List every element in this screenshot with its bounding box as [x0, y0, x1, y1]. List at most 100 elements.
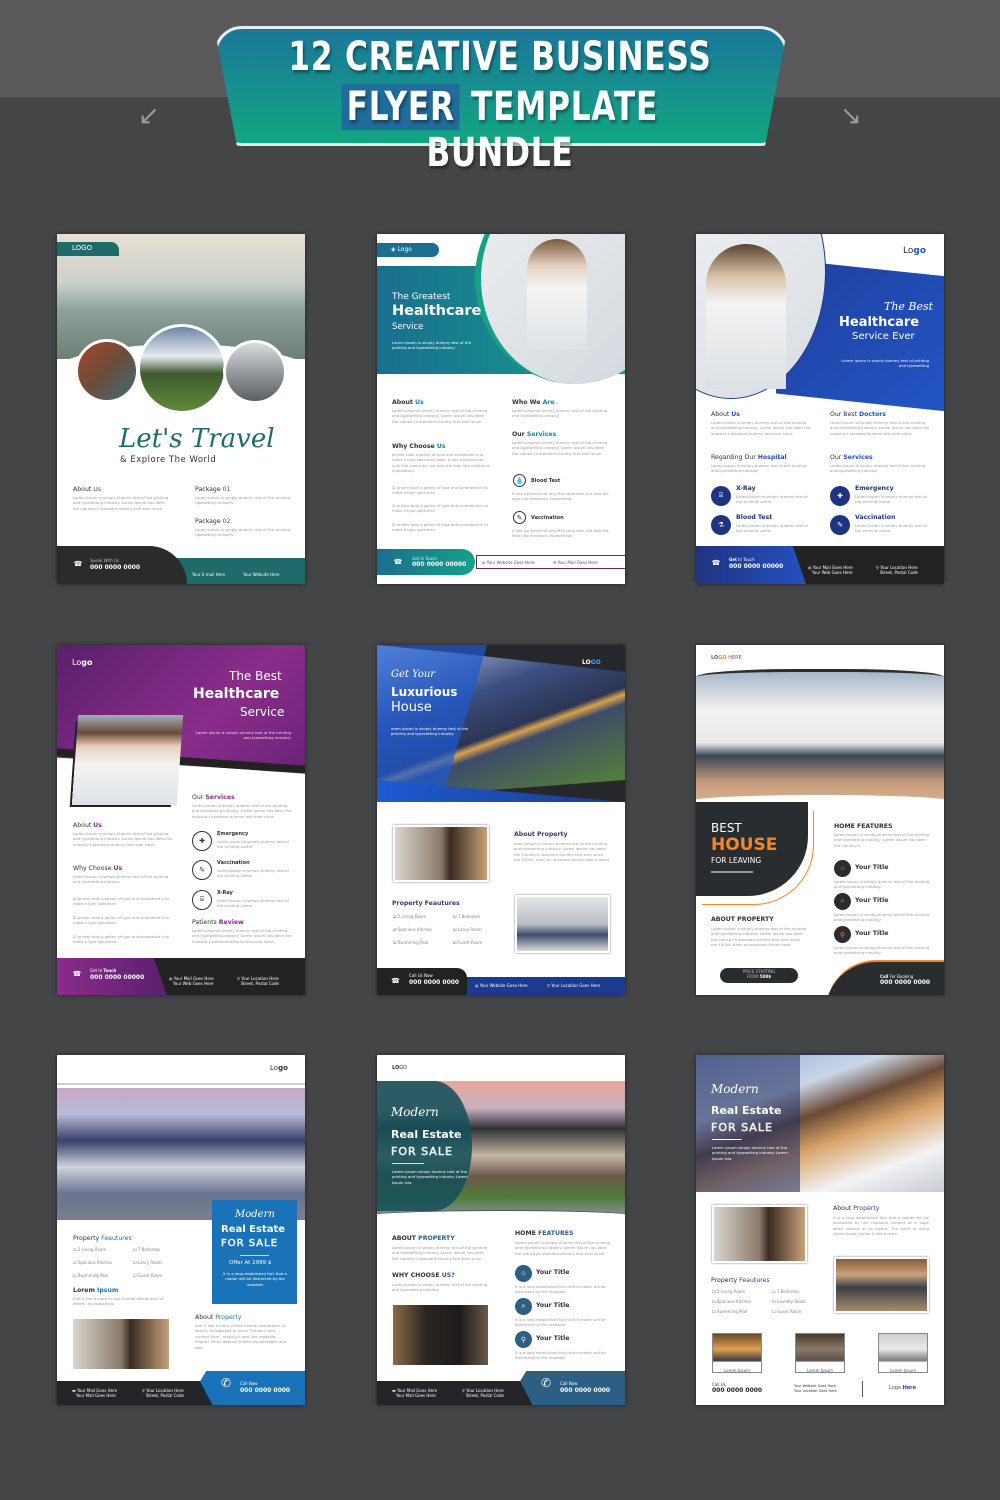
xray-title: X-Ray: [217, 890, 233, 896]
home-features-heading: HOME FEATURES: [834, 823, 893, 830]
feature-item: Spacious Kitchen: [393, 927, 432, 932]
xray-icon: ⌸: [192, 890, 212, 910]
headline-1: The Best: [229, 669, 282, 683]
get-in-touch: Get In Touch: [729, 557, 755, 562]
feature-text: It is a long established fact that a rea…: [515, 1317, 606, 1328]
web-location: Your Website Goes Here Your Location Goes…: [794, 1384, 837, 1393]
headline-2: Luxurious: [391, 685, 458, 699]
flyer-healthcare-teal[interactable]: ◈ Logo The Greatest Healthcare Service L…: [377, 234, 625, 584]
feature-item: Guest Room: [453, 940, 482, 945]
headset-icon: ☎: [393, 559, 403, 566]
phone-icon: ✆: [541, 1376, 552, 1390]
flyer-healthcare-purple[interactable]: Logo The Best Healthcare Service Lorem I…: [57, 645, 305, 995]
mail: ✉ Your Mail Goes Here: [553, 560, 598, 565]
emergency-icon: ✚: [830, 486, 850, 506]
feature-title: Your Title: [536, 1302, 570, 1309]
services-text: Lorem Ipsum is simply dummy text of the …: [512, 440, 608, 456]
logo: ◈ Logo: [391, 246, 412, 253]
feature-item: 2 Living Room: [712, 1289, 745, 1294]
flyer-best-house[interactable]: LOGO HERE BEST HOUSE FOR LEAVING HOME FE…: [696, 645, 944, 995]
curl-arrow-left-icon: ↙: [138, 100, 160, 130]
feature-text: It is a long established fact that a rea…: [515, 1284, 606, 1295]
about-text: orem Ipsum is simply dummy text of the p…: [514, 841, 610, 863]
headline-3: House: [391, 700, 432, 715]
feature-item: 7 Bedroom: [453, 914, 480, 919]
flyer-healthcare-blue[interactable]: Logo The Best Healthcare Service Ever Lo…: [696, 234, 944, 584]
feature-text: Lorem Ipsum is simply dummy text of the …: [834, 879, 930, 890]
vaccination-title: Vaccination: [217, 860, 250, 866]
thumbnail-caption: Lorem Ipsum: [889, 1368, 917, 1373]
thumbnail-caption: Lorem Ipsum: [806, 1368, 834, 1373]
who-text: Lorem Ipsum is simply dummy text of the …: [512, 408, 608, 419]
logo: Logo Here: [889, 1385, 917, 1391]
fireplace-photo: [393, 1305, 488, 1365]
feature-title: Your Title: [855, 864, 889, 871]
headset-icon: ☎: [711, 560, 721, 567]
feature-title: Your Title: [855, 897, 889, 904]
emergency-title: Emergency: [217, 831, 249, 837]
location: ⚲ Your Location Goes Here: [547, 983, 601, 988]
feature-title: Your Title: [536, 1335, 570, 1342]
about-heading: About Us: [73, 822, 102, 829]
emergency-title: Emergency: [855, 485, 894, 492]
feature-text: It is a long established fact that a rea…: [515, 1350, 606, 1361]
flyer-luxurious-house[interactable]: LOGO Get Your Luxurious House orem Ipsum…: [377, 645, 625, 995]
flyer-real-estate-teal[interactable]: LOGO Modern Real Estate FOR SALE Lorem I…: [377, 1055, 625, 1405]
thumbnail: [712, 1333, 762, 1373]
about-heading: About Us: [711, 411, 740, 418]
feature-item: Guest Room: [772, 1309, 801, 1314]
headline-1: BEST: [711, 821, 742, 835]
feature-item: Swimming Pool: [73, 1273, 108, 1278]
feature-title: Your Title: [536, 1269, 570, 1276]
feature-item: Lanry Room: [453, 927, 482, 932]
location: ⚲ Your Location Here Street, Postal Code: [237, 976, 279, 986]
home-icon: ⌂: [515, 1265, 532, 1282]
feature-item: Spacious Kitchen: [73, 1260, 112, 1265]
services-text: Lorem Ipsum is simply dummy text of the …: [192, 803, 292, 819]
subheadline: & Explore The World: [120, 455, 217, 465]
phone: 000 0000 0000: [712, 1387, 763, 1394]
villa-photo: [696, 669, 944, 801]
doctor-photo: [706, 244, 786, 389]
price-text: PRICE STARTING FROM 500$: [742, 969, 776, 979]
home-icon: ⌂: [834, 860, 851, 877]
doctors-text: Lorem Ipsum is simply dummy text of the …: [830, 420, 930, 436]
blood-title: Blood Test: [736, 514, 773, 521]
get-in-touch: Get In Touch: [90, 968, 117, 973]
lorem-heading: Lorem Ipsum: [73, 1287, 119, 1294]
about-text: Lorem Ipsum is simply dummy text of the …: [392, 1245, 488, 1261]
feature-item: Swimming Pool: [393, 940, 428, 945]
about-text: that it has a more-or-less normal distri…: [195, 1323, 287, 1350]
check-item: ☑ printer took a galley of type and scra…: [392, 522, 488, 533]
why-text: Lorem Ipsum is simply dummy text of the …: [392, 1282, 488, 1293]
doctor-photo: [71, 715, 184, 805]
headline-2: Real Estate: [711, 1104, 782, 1117]
headline: Let's Travel: [119, 424, 275, 454]
features-heading: Property Feautures: [73, 1235, 132, 1242]
feature-item: Laundry Room: [772, 1299, 806, 1304]
website: ◍ Your Website Goes Here: [482, 560, 535, 565]
flyer-real-estate-blue[interactable]: Logo Modern Real Estate FOR SALE Offer A…: [57, 1055, 305, 1405]
about-heading: About Property: [514, 831, 568, 838]
intro: orem Ipsum is simply dummy text of the p…: [391, 726, 469, 737]
feature-item: 7 Bedroom: [772, 1289, 799, 1294]
phone: 000 0000 0000: [90, 564, 141, 571]
intro: Lorem Ipsum simply dummy text of the pri…: [712, 1145, 788, 1161]
flyer-real-estate-gallery[interactable]: Modern Real Estate FOR SALE Lorem Ipsum …: [696, 1055, 944, 1405]
website: Your Website Here: [243, 572, 280, 577]
intro: Lorem Ipsum is simply dummy test of prin…: [841, 358, 929, 369]
headline-2: Real Estate: [391, 1128, 462, 1141]
xray-title: X-Ray: [736, 485, 756, 492]
intro: Lorem Ipsum is simply dummy test of the …: [392, 340, 472, 351]
doctors-heading: Our Best Doctors: [830, 411, 886, 418]
flyer-travel[interactable]: LOGO Let's Travel & Explore The World Ab…: [57, 234, 305, 584]
package-2-text: Lorem Ipsum is simply dummy text of the …: [195, 527, 291, 538]
xray-text: Lorem Ipsum is simply dummy text of the …: [736, 494, 808, 505]
website: ◍ Your Website Goes Here: [475, 983, 528, 988]
email: Your E-mail Here: [192, 572, 226, 577]
feature-item: Spacious Kitchen: [712, 1299, 751, 1304]
call-label: Call Now: [240, 1381, 258, 1386]
headset-icon: ☎: [73, 561, 83, 568]
headline-2: Healthcare: [392, 303, 482, 319]
headline-3: Service: [240, 705, 285, 719]
